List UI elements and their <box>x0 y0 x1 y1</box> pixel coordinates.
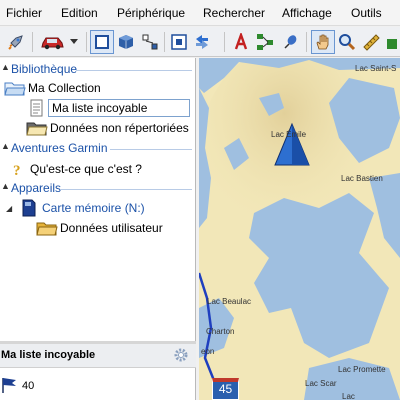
menu-edit[interactable]: Edition <box>61 6 98 20</box>
group-garmin-header[interactable]: ▲ Aventures Garmin <box>0 140 195 156</box>
library-panel: ▲ Bibliothèque Ma Collection Ma liste in… <box>0 58 196 341</box>
toolbar <box>0 27 400 57</box>
item-count: 40 <box>22 380 35 392</box>
text-tool-icon[interactable] <box>229 30 253 54</box>
map-label: Lac Bastien <box>341 174 383 183</box>
memory-card-icon <box>18 199 40 217</box>
map-label: Lac Saint-S <box>355 64 397 73</box>
collapse-icon[interactable]: ▲ <box>1 181 10 191</box>
map-canvas <box>199 58 400 400</box>
route-tool-icon[interactable] <box>253 30 277 54</box>
menu-bar: Fichier Edition Périphérique Rechercher … <box>0 0 400 26</box>
group-library-header[interactable]: ▲ Bibliothèque <box>0 61 195 77</box>
list-details-header: Ma liste incoyable <box>0 344 196 368</box>
tree-item-label: Carte mémoire (N:) <box>42 201 145 215</box>
collapse-icon[interactable]: ▲ <box>1 141 10 151</box>
map-label: Lac Scar <box>305 379 337 388</box>
nodes-icon[interactable] <box>138 30 162 54</box>
refresh-icon[interactable] <box>190 30 214 54</box>
list-icon <box>26 99 48 117</box>
list-details-panel: Ma liste incoyable 40 <box>0 344 196 400</box>
map-label: Charton <box>206 327 235 336</box>
question-icon: ? <box>6 160 28 178</box>
cube-icon[interactable] <box>114 30 138 54</box>
group-library-label: Bibliothèque <box>11 62 78 76</box>
map-label: Lac Émile <box>271 130 307 139</box>
group-divider <box>76 70 192 71</box>
list-item-count-row: 40 <box>0 376 34 396</box>
tree-item-label: Données non répertoriées <box>50 121 189 135</box>
flag-icon <box>0 376 18 397</box>
tree-item-label: Données utilisateur <box>60 221 163 235</box>
tree-item-whatis[interactable]: ? Qu'est-ce que c'est ? <box>6 159 142 179</box>
map-label: Lac Promette <box>338 365 386 374</box>
measure-tool-icon[interactable] <box>359 30 383 54</box>
menu-file[interactable]: Fichier <box>6 6 42 20</box>
tree-item-label: Qu'est-ce que c'est ? <box>30 162 142 176</box>
target-icon[interactable] <box>167 30 191 54</box>
menu-device[interactable]: Périphérique <box>117 6 185 20</box>
tree-item-label: Ma liste incoyable <box>48 99 190 117</box>
zoom-tool-icon[interactable] <box>335 30 359 54</box>
group-devices-header[interactable]: ▲ Appareils <box>0 180 195 196</box>
rectangle-select-icon[interactable] <box>90 30 114 54</box>
more-tools-icon[interactable] <box>383 30 400 54</box>
car-icon[interactable] <box>36 30 70 54</box>
open-folder-icon <box>36 219 58 237</box>
road-shield: 45 <box>212 378 239 400</box>
tree-item-my-list[interactable]: Ma liste incoyable <box>26 98 190 118</box>
tree-item-label: Ma Collection <box>28 81 101 95</box>
collapse-icon[interactable]: ▲ <box>1 62 10 72</box>
svg-text:?: ? <box>13 163 21 177</box>
list-details-title: Ma liste incoyable <box>1 349 96 361</box>
expand-arrow-icon[interactable]: ◢ <box>6 204 18 213</box>
menu-search[interactable]: Rechercher <box>203 6 265 20</box>
map-label: Lac <box>342 392 355 400</box>
tree-item-collection[interactable]: Ma Collection <box>4 78 101 98</box>
dropdown-arrow-icon[interactable] <box>68 30 80 54</box>
menu-tools[interactable]: Outils <box>351 6 382 20</box>
group-divider <box>60 189 192 190</box>
tree-item-user-data[interactable]: Données utilisateur <box>36 218 163 238</box>
gear-icon[interactable] <box>173 347 189 366</box>
map-label: eon <box>201 347 215 356</box>
pin-tool-icon[interactable] <box>277 30 301 54</box>
map-view[interactable] <box>199 58 400 400</box>
tree-item-memory-card[interactable]: ◢ Carte mémoire (N:) <box>6 198 145 218</box>
menu-view[interactable]: Affichage <box>282 6 332 20</box>
tree-item-unlisted[interactable]: Données non répertoriées <box>26 118 189 138</box>
group-devices-label: Appareils <box>11 181 62 195</box>
hand-tool-icon[interactable] <box>311 30 335 54</box>
group-garmin-label: Aventures Garmin <box>11 141 108 155</box>
folder-icon <box>26 119 48 137</box>
rocket-icon[interactable] <box>4 30 28 54</box>
group-divider <box>110 149 192 150</box>
open-folder-icon <box>4 79 26 97</box>
map-label: Lac Beaulac <box>207 297 252 306</box>
